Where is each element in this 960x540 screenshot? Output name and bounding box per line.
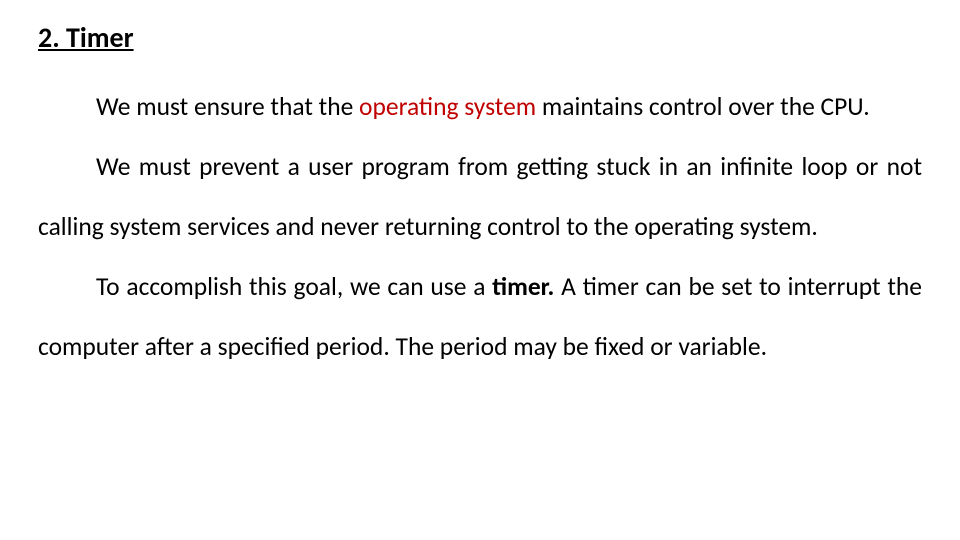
p1-lead: We must ensure that the bbox=[96, 91, 359, 122]
p1-keyword: operating system bbox=[359, 91, 542, 122]
p3-lead: To accomplish this goal, we can use a bbox=[96, 271, 492, 302]
paragraph-3: To accomplish this goal, we can use a ti… bbox=[38, 257, 922, 377]
p3-keyword: timer. bbox=[492, 271, 561, 302]
section-heading: 2. Timer bbox=[38, 20, 922, 55]
paragraph-1: We must ensure that the operating system… bbox=[38, 77, 922, 137]
p1-tail: maintains control over the CPU. bbox=[542, 91, 870, 122]
slide: 2. Timer We must ensure that the operati… bbox=[0, 0, 960, 540]
paragraph-2: We must prevent a user program from gett… bbox=[38, 137, 922, 257]
